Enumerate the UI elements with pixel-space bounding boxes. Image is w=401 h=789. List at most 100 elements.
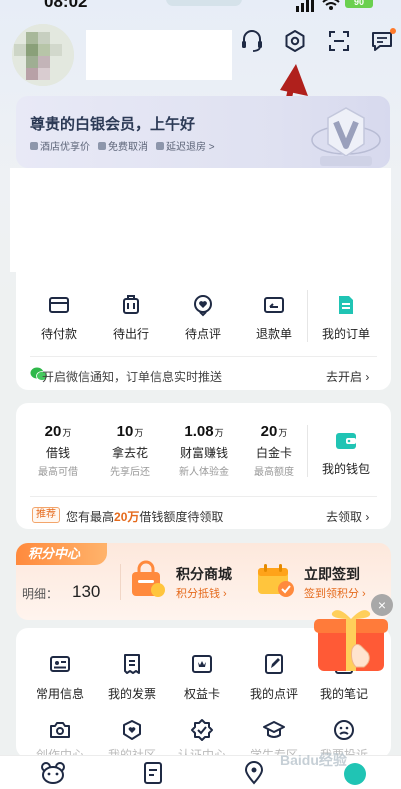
wallet-pay-later[interactable]: 10万 拿去花 先享后还 (100, 423, 160, 478)
watermark: Baidu经验 (280, 752, 347, 768)
order-refunds[interactable]: 退款单 (241, 293, 307, 342)
tool-label: 我的发票 (107, 687, 156, 701)
claim-link[interactable]: 去领取 › (326, 508, 369, 525)
review-icon (194, 295, 212, 317)
tool-label: 我的点评 (249, 687, 298, 701)
order-label: 待点评 (184, 327, 221, 341)
edit-review-icon (265, 654, 283, 674)
battery-indicator: 90 (345, 0, 373, 8)
status-pill (166, 0, 242, 6)
credit-promo-text: 您有最高20万借钱额度待领取 (66, 510, 224, 524)
order-label: 我的订单 (321, 327, 370, 341)
points-mall-bag-icon[interactable] (126, 560, 168, 600)
order-pending-payment[interactable]: 待付款 (26, 293, 92, 342)
status-time: 08:02 (44, 0, 88, 11)
points-center-tag: 积分中心 (16, 543, 107, 565)
message-unread-dot (390, 28, 396, 34)
tool-benefit-card[interactable]: 权益卡 (167, 652, 237, 702)
wechat-notice-text: 开启微信通知，订单信息实时推送 (42, 370, 223, 384)
vip-greeting: 尊贵的白银会员，上午好 (30, 116, 196, 133)
location-pin-icon[interactable] (243, 761, 265, 785)
wallet-sub: 最高可借 (38, 467, 78, 478)
divider (307, 290, 308, 342)
order-document-icon (339, 296, 353, 314)
scan-icon[interactable] (325, 27, 353, 55)
wallet-wealth[interactable]: 1.08万 财富赚钱 新人体验金 (172, 423, 236, 478)
divider (307, 425, 308, 477)
username-redacted (86, 30, 232, 80)
avatar[interactable] (12, 24, 74, 86)
sign-in-sub[interactable]: 签到领积分 › (304, 585, 366, 601)
wallet-amount: 1.08万 (184, 423, 224, 440)
sign-in-title[interactable]: 立即签到 (304, 564, 360, 584)
wallet-label: 财富赚钱 (179, 446, 228, 460)
late-checkout-icon (156, 141, 164, 150)
order-label: 待付款 (40, 327, 77, 341)
wallet-sub: 新人体验金 (179, 467, 229, 478)
order-upcoming-trip[interactable]: 待出行 (98, 293, 164, 342)
wallet-amount: 20万 (44, 423, 72, 440)
my-wallet-icon (336, 433, 356, 449)
tool-frequent-info[interactable]: 常用信息 (25, 652, 95, 702)
wallet-sub: 先享后还 (110, 467, 150, 478)
customer-service-icon[interactable] (238, 27, 266, 55)
tool-label: 我的笔记 (319, 687, 368, 701)
silver-vip-badge-icon (311, 107, 381, 166)
my-orders[interactable]: 我的订单 (313, 293, 379, 342)
verify-badge-icon (191, 719, 213, 741)
tool-my-reviews[interactable]: 我的点评 (239, 652, 309, 702)
perk-item: 延迟退房 > (156, 138, 215, 153)
wallet-borrow[interactable]: 20万 借钱 最高可借 (28, 423, 88, 478)
my-profile-icon[interactable] (344, 763, 366, 785)
close-gift-button[interactable]: × (371, 594, 393, 616)
my-wallet-label: 我的钱包 (321, 462, 370, 476)
wallet-label: 拿去花 (111, 446, 148, 460)
wallet-sub: 最高额度 (254, 467, 294, 478)
id-card-icon (50, 656, 70, 672)
refund-icon (264, 297, 284, 313)
perk-item: 免费取消 (98, 138, 148, 153)
settings-icon[interactable] (281, 27, 309, 55)
perk-item: 酒店优享价 (30, 138, 90, 153)
wallet-label: 白金卡 (255, 446, 292, 460)
content-placeholder (10, 168, 391, 272)
camera-icon (50, 722, 70, 738)
avatar-image (12, 24, 74, 86)
complaint-icon (334, 720, 354, 740)
hotel-icon (30, 141, 38, 150)
points-value[interactable]: 130 (72, 582, 100, 602)
vip-membership-card[interactable]: 尊贵的白银会员，上午好 酒店优享价 免费取消 延迟退房 > (16, 96, 390, 168)
graduation-cap-icon (263, 721, 285, 738)
wallet-amount: 10万 (116, 423, 144, 440)
my-wallet[interactable]: 我的钱包 (313, 430, 379, 477)
sign-in-calendar-icon[interactable] (254, 560, 298, 600)
wallet-label: 借钱 (45, 446, 70, 460)
tool-invoices[interactable]: 我的发票 (97, 652, 167, 702)
signal-icon (296, 0, 314, 12)
tool-label: 常用信息 (35, 687, 84, 701)
wifi-icon (322, 0, 340, 10)
wallet-icon (49, 297, 69, 313)
enable-notice-link[interactable]: 去开启 › (326, 368, 369, 385)
wallet-amount: 20万 (260, 423, 288, 440)
recommend-tag: 推荐 (32, 507, 60, 523)
home-mascot-icon[interactable] (40, 761, 66, 785)
divider (30, 496, 377, 497)
order-label: 退款单 (255, 327, 292, 341)
points-mall-title[interactable]: 积分商城 (176, 564, 232, 584)
divider (120, 564, 121, 600)
wallet-platinum-card[interactable]: 20万 白金卡 最高额度 (244, 423, 304, 478)
invoice-icon (124, 654, 140, 674)
community-icon (123, 720, 141, 740)
order-pending-review[interactable]: 待点评 (170, 293, 236, 342)
status-bar: 08:02 90 (0, 0, 401, 14)
itinerary-icon[interactable] (142, 761, 164, 785)
luggage-icon (123, 295, 139, 314)
vip-perks: 酒店优享价 免费取消 延迟退房 > (30, 138, 215, 153)
tool-label: 权益卡 (183, 687, 220, 701)
order-label: 待出行 (112, 327, 149, 341)
cancel-free-icon (98, 141, 106, 150)
points-mall-sub[interactable]: 积分抵钱 › (176, 585, 227, 601)
points-detail-label: 明细： (22, 587, 59, 601)
benefit-card-icon (192, 655, 212, 673)
